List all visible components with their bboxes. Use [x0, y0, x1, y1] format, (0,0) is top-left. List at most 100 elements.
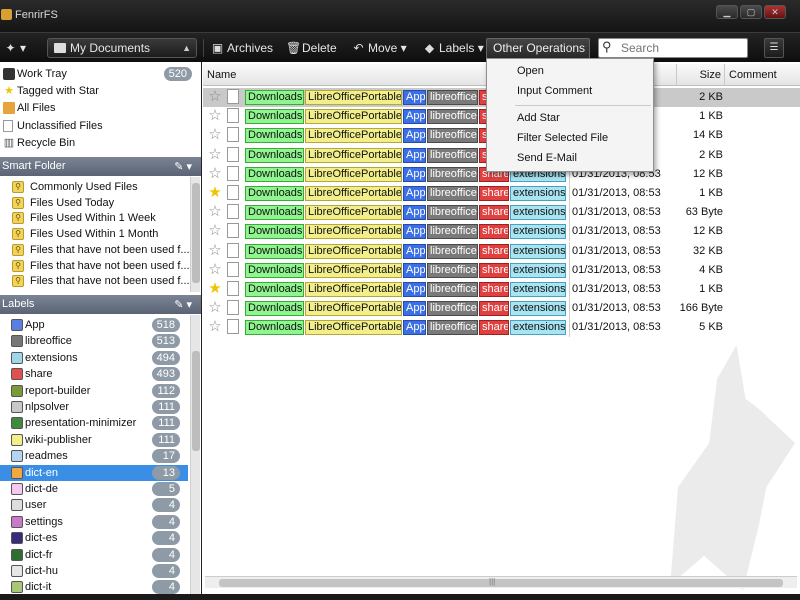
other-operations-button[interactable]: Other Operations ▾ — [486, 38, 590, 74]
label-tag[interactable]: LibreOfficePortable — [305, 262, 402, 278]
label-tag[interactable]: App — [403, 320, 426, 336]
label-tag[interactable]: libreoffice — [427, 301, 478, 317]
label-tag[interactable]: libreoffice — [427, 243, 478, 259]
label-tag[interactable]: LibreOfficePortable — [305, 147, 402, 163]
label-tag[interactable]: Downloads — [245, 262, 304, 278]
label-item[interactable]: dict-en 13 — [0, 464, 188, 481]
file-row[interactable]: ☆ Downloads LibreOfficePortable App libreoff… — [203, 241, 800, 261]
star-icon[interactable]: ☆ — [207, 108, 223, 124]
smart-folder-item[interactable]: ⚲ Files that have not been used f... — [0, 242, 200, 258]
file-row[interactable]: ☆ Downloads LibreOfficePortable App libreoff… — [203, 318, 800, 338]
label-tag[interactable]: share — [479, 205, 509, 221]
label-tag[interactable]: libreoffice — [427, 109, 478, 125]
smart-folder-item[interactable]: ⚲ Commonly Used Files — [0, 179, 200, 195]
label-tag[interactable]: extensions — [510, 224, 566, 240]
label-item[interactable]: dict-es 4 — [0, 530, 188, 546]
label-tag[interactable]: Downloads — [245, 301, 304, 317]
file-row[interactable]: ☆ Downloads LibreOfficePortable App libreoff… — [203, 203, 800, 223]
star-icon[interactable]: ☆ — [207, 165, 223, 182]
label-tag[interactable]: share — [479, 243, 509, 259]
smart-folder-item[interactable]: ⚲ Files Used Within 1 Week — [0, 210, 200, 226]
file-row[interactable]: ☆ Downloads LibreOfficePortable App libreoff… — [203, 260, 800, 280]
label-tag[interactable]: share — [479, 282, 509, 297]
label-item[interactable]: dict-hu 4 — [0, 563, 188, 579]
label-tag[interactable]: LibreOfficePortable — [305, 186, 402, 201]
star-icon[interactable]: ☆ — [207, 261, 223, 278]
label-tag[interactable]: Downloads — [245, 166, 304, 182]
scroll-thumb[interactable] — [219, 579, 783, 587]
app-menu-button[interactable]: ✦ ▾ — [4, 37, 34, 59]
label-tag[interactable]: App — [403, 243, 426, 259]
label-tag[interactable]: Downloads — [245, 320, 304, 336]
label-item[interactable]: dict-it 4 — [0, 579, 188, 594]
search-input[interactable] — [598, 38, 748, 58]
label-tag[interactable]: extensions — [510, 243, 566, 259]
star-icon[interactable]: ☆ — [207, 89, 223, 105]
label-tag[interactable]: App — [403, 166, 426, 182]
label-tag[interactable]: share — [479, 224, 509, 240]
label-tag[interactable]: Downloads — [245, 224, 304, 240]
nav-work-tray[interactable]: Work Tray 520 — [0, 65, 201, 83]
menu-open[interactable]: Open — [517, 62, 544, 80]
smart-folder-item[interactable]: ⚲ Files Used Today — [0, 195, 200, 211]
label-tag[interactable]: App — [403, 90, 426, 105]
file-row[interactable]: ☆ Downloads LibreOfficePortable App libreoff… — [203, 222, 800, 242]
label-tag[interactable]: LibreOfficePortable — [305, 205, 402, 221]
label-tag[interactable]: libreoffice — [427, 128, 478, 144]
nav-all-files[interactable]: All Files — [0, 99, 201, 117]
label-item[interactable]: report-builder 112 — [0, 383, 188, 399]
label-tag[interactable]: LibreOfficePortable — [305, 90, 402, 105]
label-item[interactable]: share 493 — [0, 366, 188, 382]
label-item[interactable]: presentation-minimizer 111 — [0, 415, 188, 431]
label-tag[interactable]: App — [403, 301, 426, 317]
maximize-button[interactable]: ▢ — [740, 5, 762, 19]
labels-header[interactable]: Labels ✎ ▾ — [0, 295, 201, 315]
star-icon[interactable]: ★ — [207, 281, 223, 297]
label-tag[interactable]: extensions — [510, 282, 566, 297]
menu-filter-selected-file[interactable]: Filter Selected File — [517, 129, 608, 147]
label-tag[interactable]: extensions — [510, 301, 566, 317]
labels-scrollbar[interactable] — [190, 315, 200, 594]
smart-folder-item[interactable]: ⚲ Files that have not been used f... — [0, 273, 200, 289]
label-tag[interactable]: share — [479, 301, 509, 317]
label-tag[interactable]: App — [403, 205, 426, 221]
label-tag[interactable]: App — [403, 262, 426, 278]
label-tag[interactable]: Downloads — [245, 90, 304, 105]
label-tag[interactable]: Downloads — [245, 147, 304, 163]
star-icon[interactable]: ☆ — [207, 146, 223, 163]
label-tag[interactable]: share — [479, 186, 509, 201]
label-tag[interactable]: LibreOfficePortable — [305, 243, 402, 259]
label-tag[interactable]: LibreOfficePortable — [305, 282, 402, 297]
label-item[interactable]: settings 4 — [0, 514, 188, 530]
file-row[interactable]: ★ Downloads LibreOfficePortable App libreoff… — [203, 280, 800, 299]
label-tag[interactable]: App — [403, 224, 426, 240]
label-tag[interactable]: share — [479, 320, 509, 336]
column-comment[interactable]: Comment — [725, 64, 800, 86]
labels-button[interactable]: ◆ Labels ▾ — [423, 37, 484, 59]
edit-icon[interactable]: ✎ ▾ — [174, 296, 192, 315]
label-tag[interactable]: Downloads — [245, 128, 304, 144]
label-tag[interactable]: extensions — [510, 320, 566, 336]
nav-unclassified-files[interactable]: Unclassified Files — [0, 117, 201, 135]
label-tag[interactable]: App — [403, 186, 426, 201]
label-item[interactable]: extensions 494 — [0, 350, 188, 366]
label-tag[interactable]: LibreOfficePortable — [305, 166, 402, 182]
label-item[interactable]: App 518 — [0, 317, 188, 333]
label-item[interactable]: user 4 — [0, 497, 188, 513]
label-tag[interactable]: libreoffice — [427, 186, 478, 201]
label-tag[interactable]: Downloads — [245, 109, 304, 125]
label-item[interactable]: nlpsolver 111 — [0, 399, 188, 415]
label-tag[interactable]: extensions — [510, 262, 566, 278]
label-tag[interactable]: libreoffice — [427, 224, 478, 240]
view-mode-button[interactable]: ☰ — [764, 38, 784, 58]
label-tag[interactable]: libreoffice — [427, 90, 478, 105]
label-tag[interactable]: libreoffice — [427, 147, 478, 163]
star-icon[interactable]: ☆ — [207, 127, 223, 143]
smart-folder-item[interactable]: ⚲ Files that have not been used f... — [0, 258, 200, 274]
location-dropdown[interactable]: My Documents ▲▼ — [47, 38, 197, 71]
label-tag[interactable]: Downloads — [245, 205, 304, 221]
menu-send-email[interactable]: Send E-Mail — [517, 149, 577, 167]
label-tag[interactable]: App — [403, 109, 426, 125]
star-icon[interactable]: ☆ — [207, 300, 223, 316]
star-icon[interactable]: ★ — [207, 185, 223, 201]
